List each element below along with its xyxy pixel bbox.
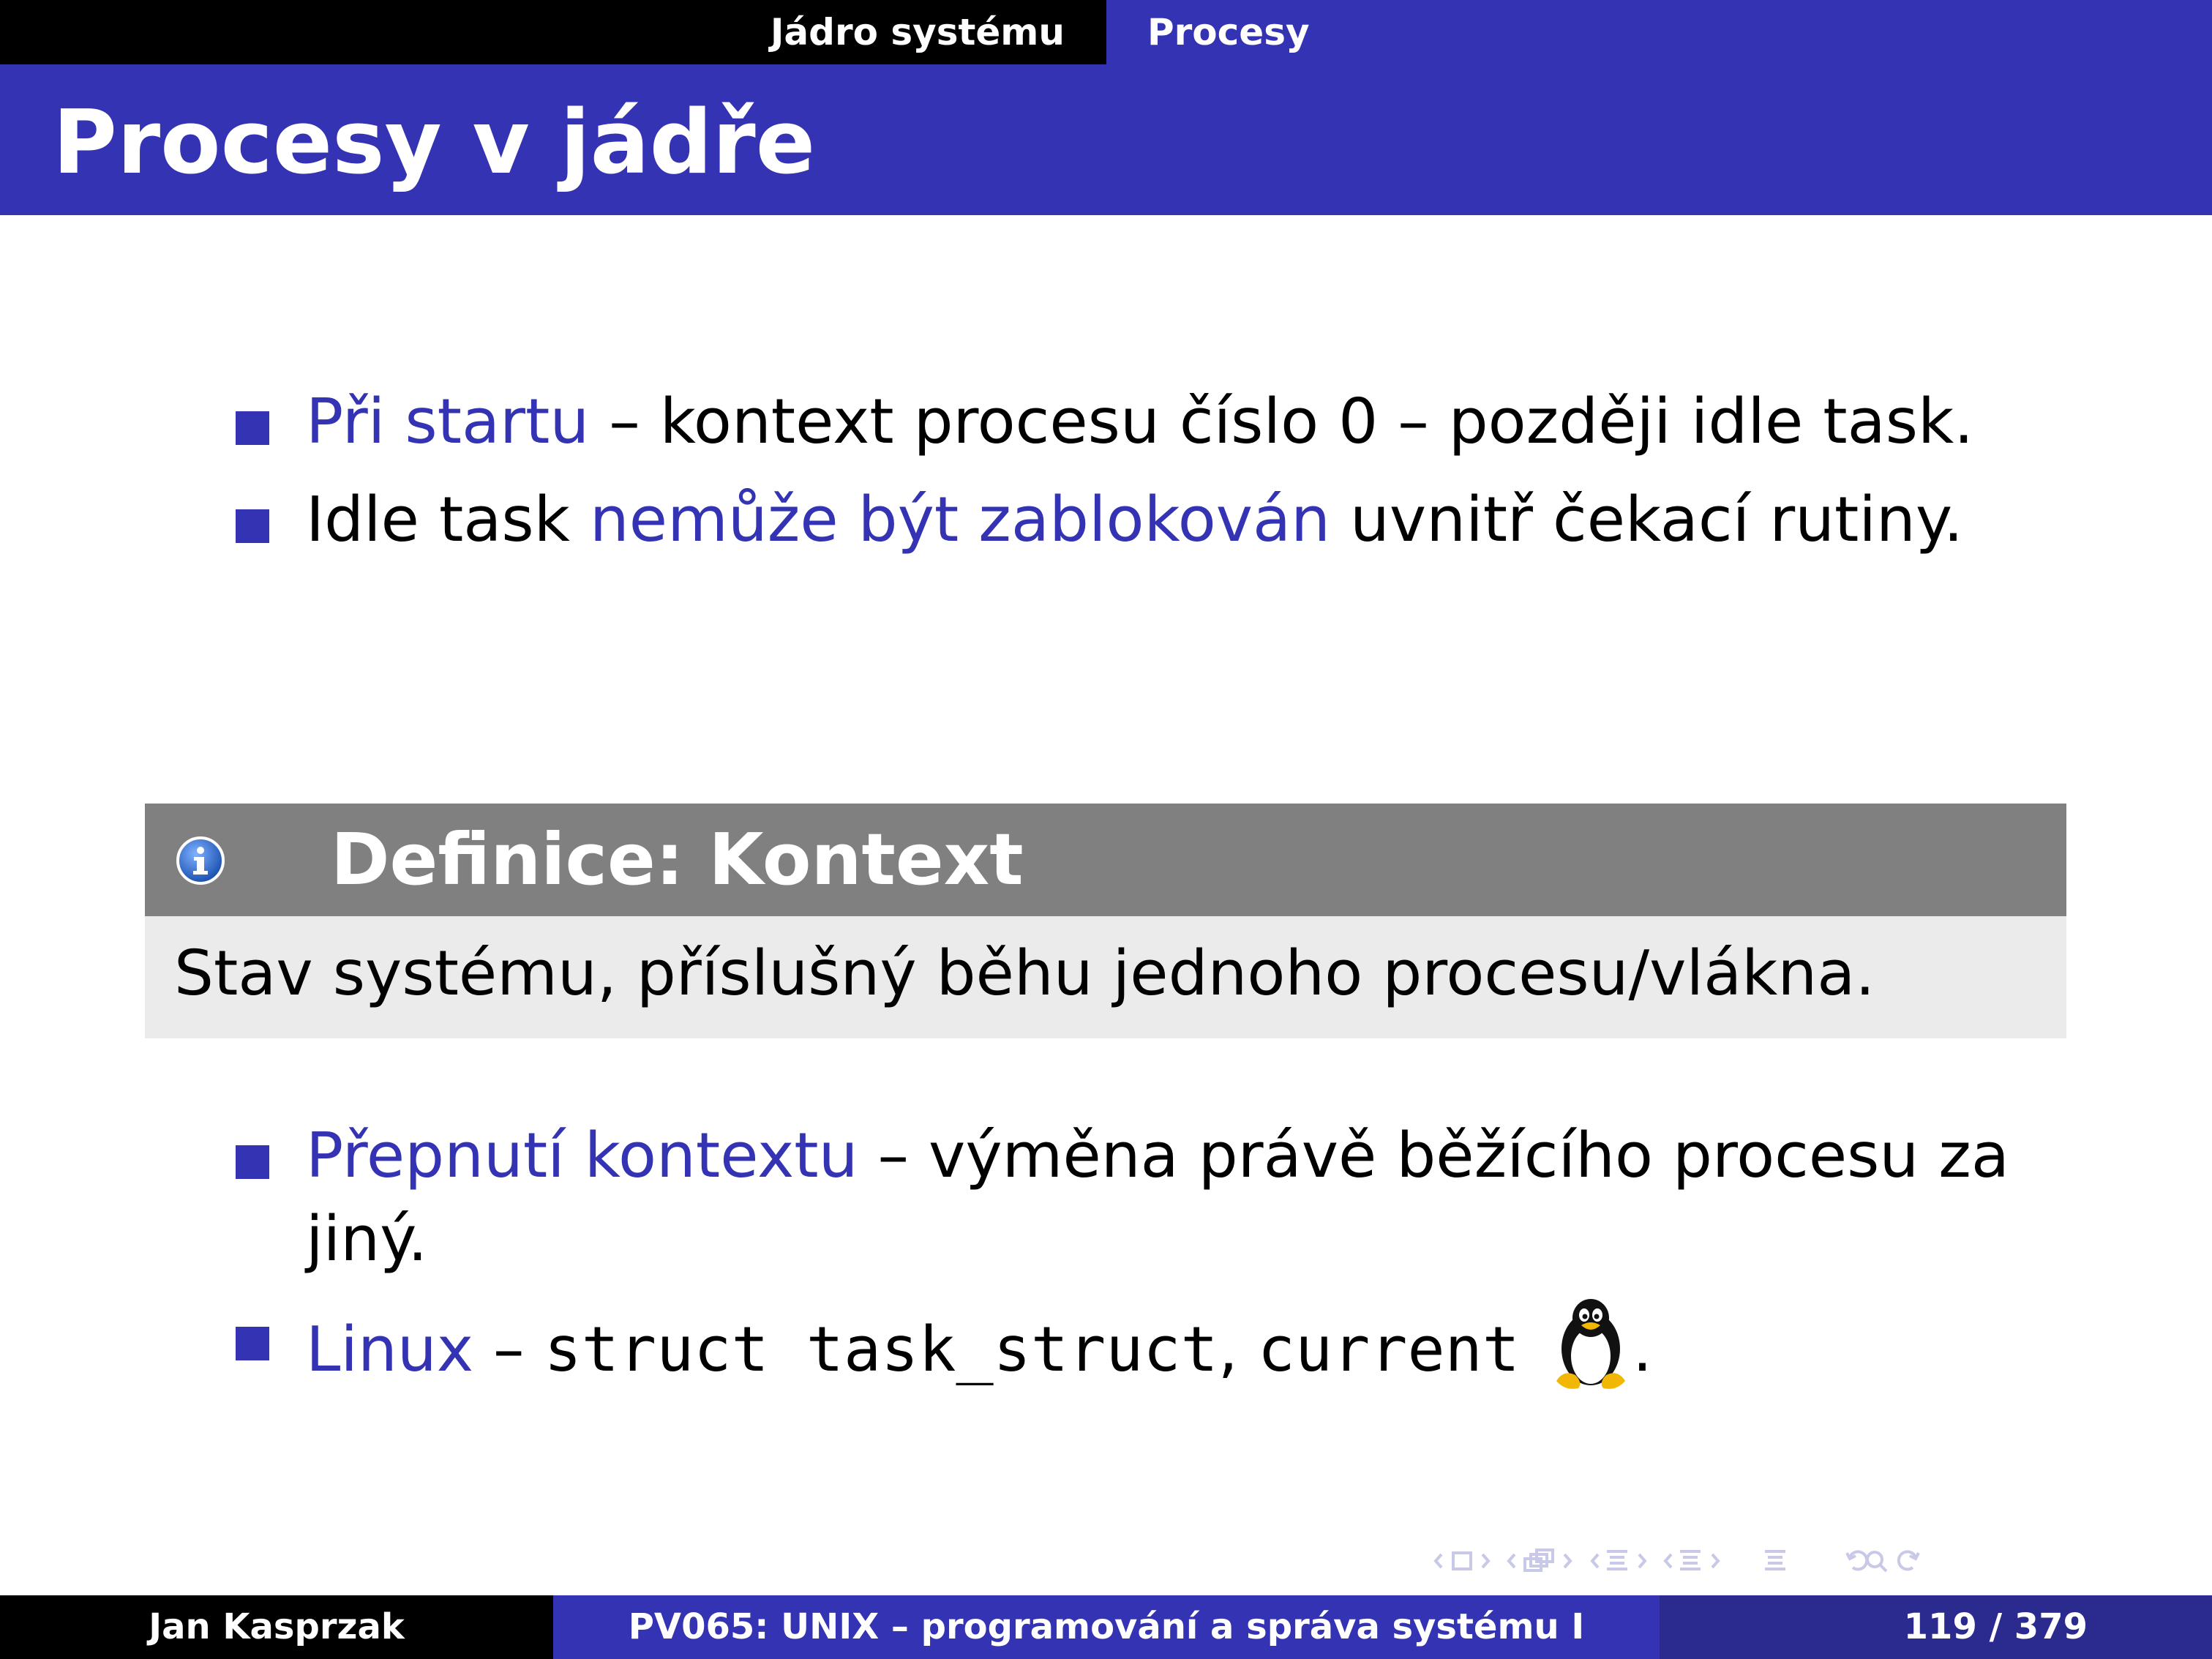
nav-frame-forward-icon[interactable] [1481,1553,1491,1569]
title-bar: Procesy v jádře [0,64,2212,215]
nav-section-icon[interactable] [1607,1550,1627,1570]
bullet-list-top: Při startu – kontext procesu číslo 0 – p… [236,381,2109,577]
bullet-square-icon [236,509,269,543]
list-item: Idle task nemůže být zablokován uvnitř č… [236,479,2109,562]
footer-author: Jan Kasprzak [0,1595,553,1659]
bullet-text: uvnitř čekací rutiny. [1330,484,1964,556]
footer-bar: Jan Kasprzak PV065: UNIX – programování … [0,1595,2212,1659]
nav-subsection-icon[interactable] [1523,1548,1554,1572]
beamer-navigation-symbols [1433,1548,1920,1573]
nav-section-link[interactable]: Jádro systému [771,0,1106,64]
highlight-term: Linux [306,1314,474,1386]
bullet-text-pre: Idle task [306,484,590,556]
definition-header: Definice: Kontext [145,804,2066,916]
definition-title: Definice: Kontext [331,818,1024,901]
nav-section-back-icon[interactable] [1590,1553,1600,1569]
nav-document-icon[interactable] [1680,1550,1701,1570]
nav-subsection-back-icon[interactable] [1507,1553,1516,1569]
nav-document-forward-icon[interactable] [1711,1553,1720,1569]
code-struct: struct task_struct [544,1314,1218,1386]
nav-forward-icon[interactable] [1897,1550,1920,1571]
nav-subsection-link[interactable]: Procesy [1147,0,1310,64]
nav-search-icon[interactable] [1866,1551,1888,1573]
nav-frame-back-icon[interactable] [1433,1553,1443,1569]
list-item: Přepnutí kontextu – výměna právě běžícíh… [236,1115,2109,1281]
code-current: current [1257,1314,1520,1386]
top-navigation: Jádro systému Procesy [0,0,2212,64]
nav-back-icon[interactable] [1845,1550,1869,1571]
definition-text: Stav systému, příslušný běhu jednoho pro… [174,937,1875,1010]
page-number: 119 / 379 [1903,1606,2088,1647]
highlight-term: Přepnutí kontextu [306,1120,858,1192]
list-item: Při startu – kontext procesu číslo 0 – p… [236,381,2109,464]
bullet-text: – kontext procesu číslo 0 – později idle… [589,386,1974,458]
nav-frame-icon[interactable] [1452,1551,1472,1570]
bullet-square-icon [236,1145,269,1179]
highlight-term: nemůže být zablokován [589,484,1331,556]
tux-icon [1556,1299,1625,1389]
footer-page-box: 119 / 379 [1660,1595,2212,1659]
nav-appendix-icon[interactable] [1765,1550,1785,1570]
footer-course-title: PV065: UNIX – programování a správa syst… [553,1595,1660,1659]
nav-document-back-icon[interactable] [1663,1553,1673,1569]
info-icon [176,836,225,885]
definition-body: Stav systému, příslušný běhu jednoho pro… [145,916,2066,1038]
definition-block: Definice: Kontext Stav systému, příslušn… [145,804,2066,1038]
bullet-list-bottom: Přepnutí kontextu – výměna právě běžícíh… [236,1115,2109,1407]
bullet-square-icon [236,1327,269,1360]
nav-subsection-forward-icon[interactable] [1563,1553,1572,1569]
slide-title: Procesy v jádře [53,92,816,194]
nav-section-forward-icon[interactable] [1638,1553,1647,1569]
highlight-term: Při startu [306,386,590,458]
bullet-square-icon [236,411,269,445]
separator-text: – [473,1314,544,1386]
list-item: Linux – struct task_struct, current . [236,1296,2109,1392]
comma-text: , [1218,1314,1258,1386]
end-text: . [1632,1314,1653,1386]
